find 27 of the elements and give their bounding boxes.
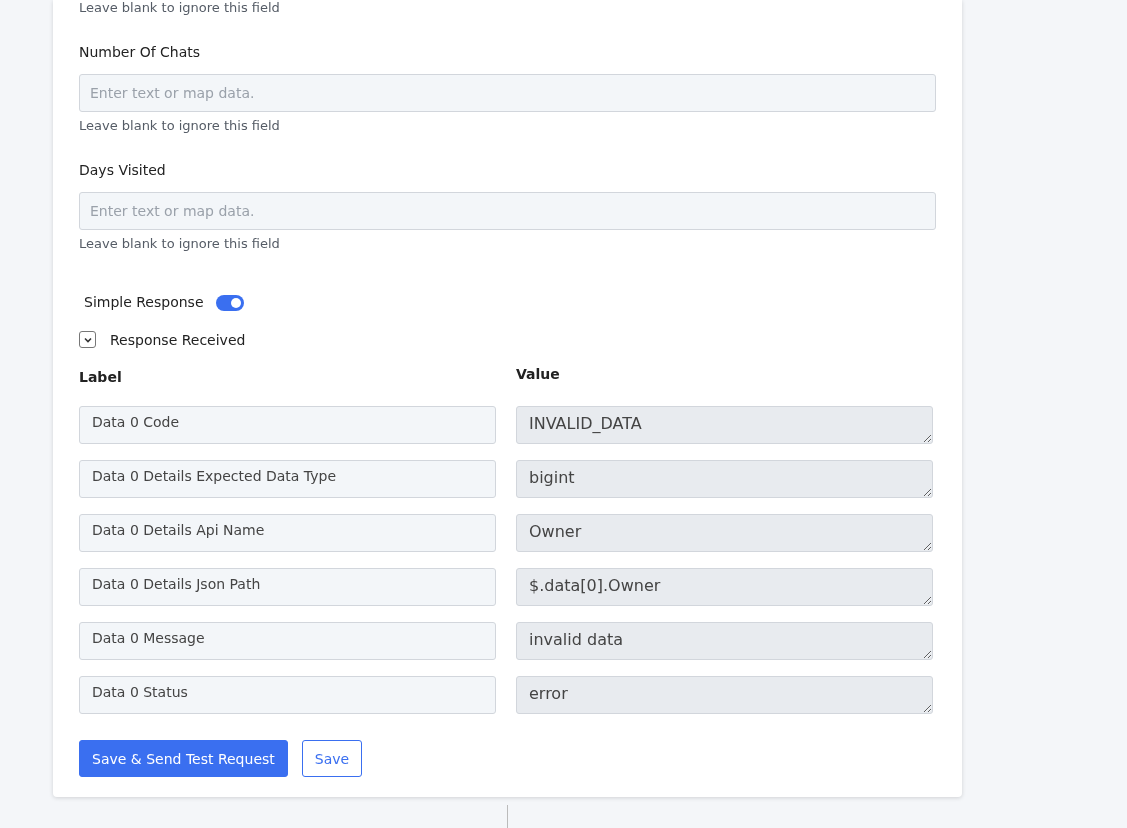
label-field[interactable]: Data 0 Details Expected Data Type bbox=[79, 460, 496, 498]
label-field[interactable]: Data 0 Code bbox=[79, 406, 496, 444]
input-field[interactable]: Enter text or map data. bbox=[79, 74, 936, 112]
toggle-label: Simple Response bbox=[84, 293, 204, 310]
column-header: Label bbox=[79, 368, 123, 387]
value-field[interactable]: Owner bbox=[516, 514, 933, 552]
input-field[interactable]: Enter text or map data. bbox=[79, 192, 936, 230]
field-label: Days Visited bbox=[79, 161, 167, 179]
field-hint: Leave blank to ignore this field bbox=[79, 0, 281, 16]
label-field[interactable]: Data 0 Details Json Path bbox=[79, 568, 496, 606]
value-field[interactable]: INVALID_DATA bbox=[516, 406, 933, 444]
chevron-icon[interactable] bbox=[79, 331, 96, 348]
section-label: Response Received bbox=[110, 331, 246, 348]
column-header: Value bbox=[516, 365, 561, 384]
save-and-test-button[interactable]: Save & Send Test Request bbox=[79, 740, 288, 777]
value-field[interactable]: error bbox=[516, 676, 933, 714]
label-field[interactable]: Data 0 Details Api Name bbox=[79, 514, 496, 552]
value-field[interactable]: $.data[0].Owner bbox=[516, 568, 933, 606]
label-field[interactable]: Data 0 Message bbox=[79, 622, 496, 660]
field-label: Number Of Chats bbox=[79, 43, 202, 61]
label-field[interactable]: Data 0 Status bbox=[79, 676, 496, 714]
save-button[interactable]: Save bbox=[301, 740, 363, 777]
toggle-switch[interactable] bbox=[215, 295, 244, 311]
value-field[interactable]: invalid data bbox=[516, 622, 933, 660]
value-field[interactable]: bigint bbox=[516, 460, 933, 498]
field-hint: Leave blank to ignore this field bbox=[79, 118, 281, 134]
field-hint: Leave blank to ignore this field bbox=[79, 236, 281, 252]
